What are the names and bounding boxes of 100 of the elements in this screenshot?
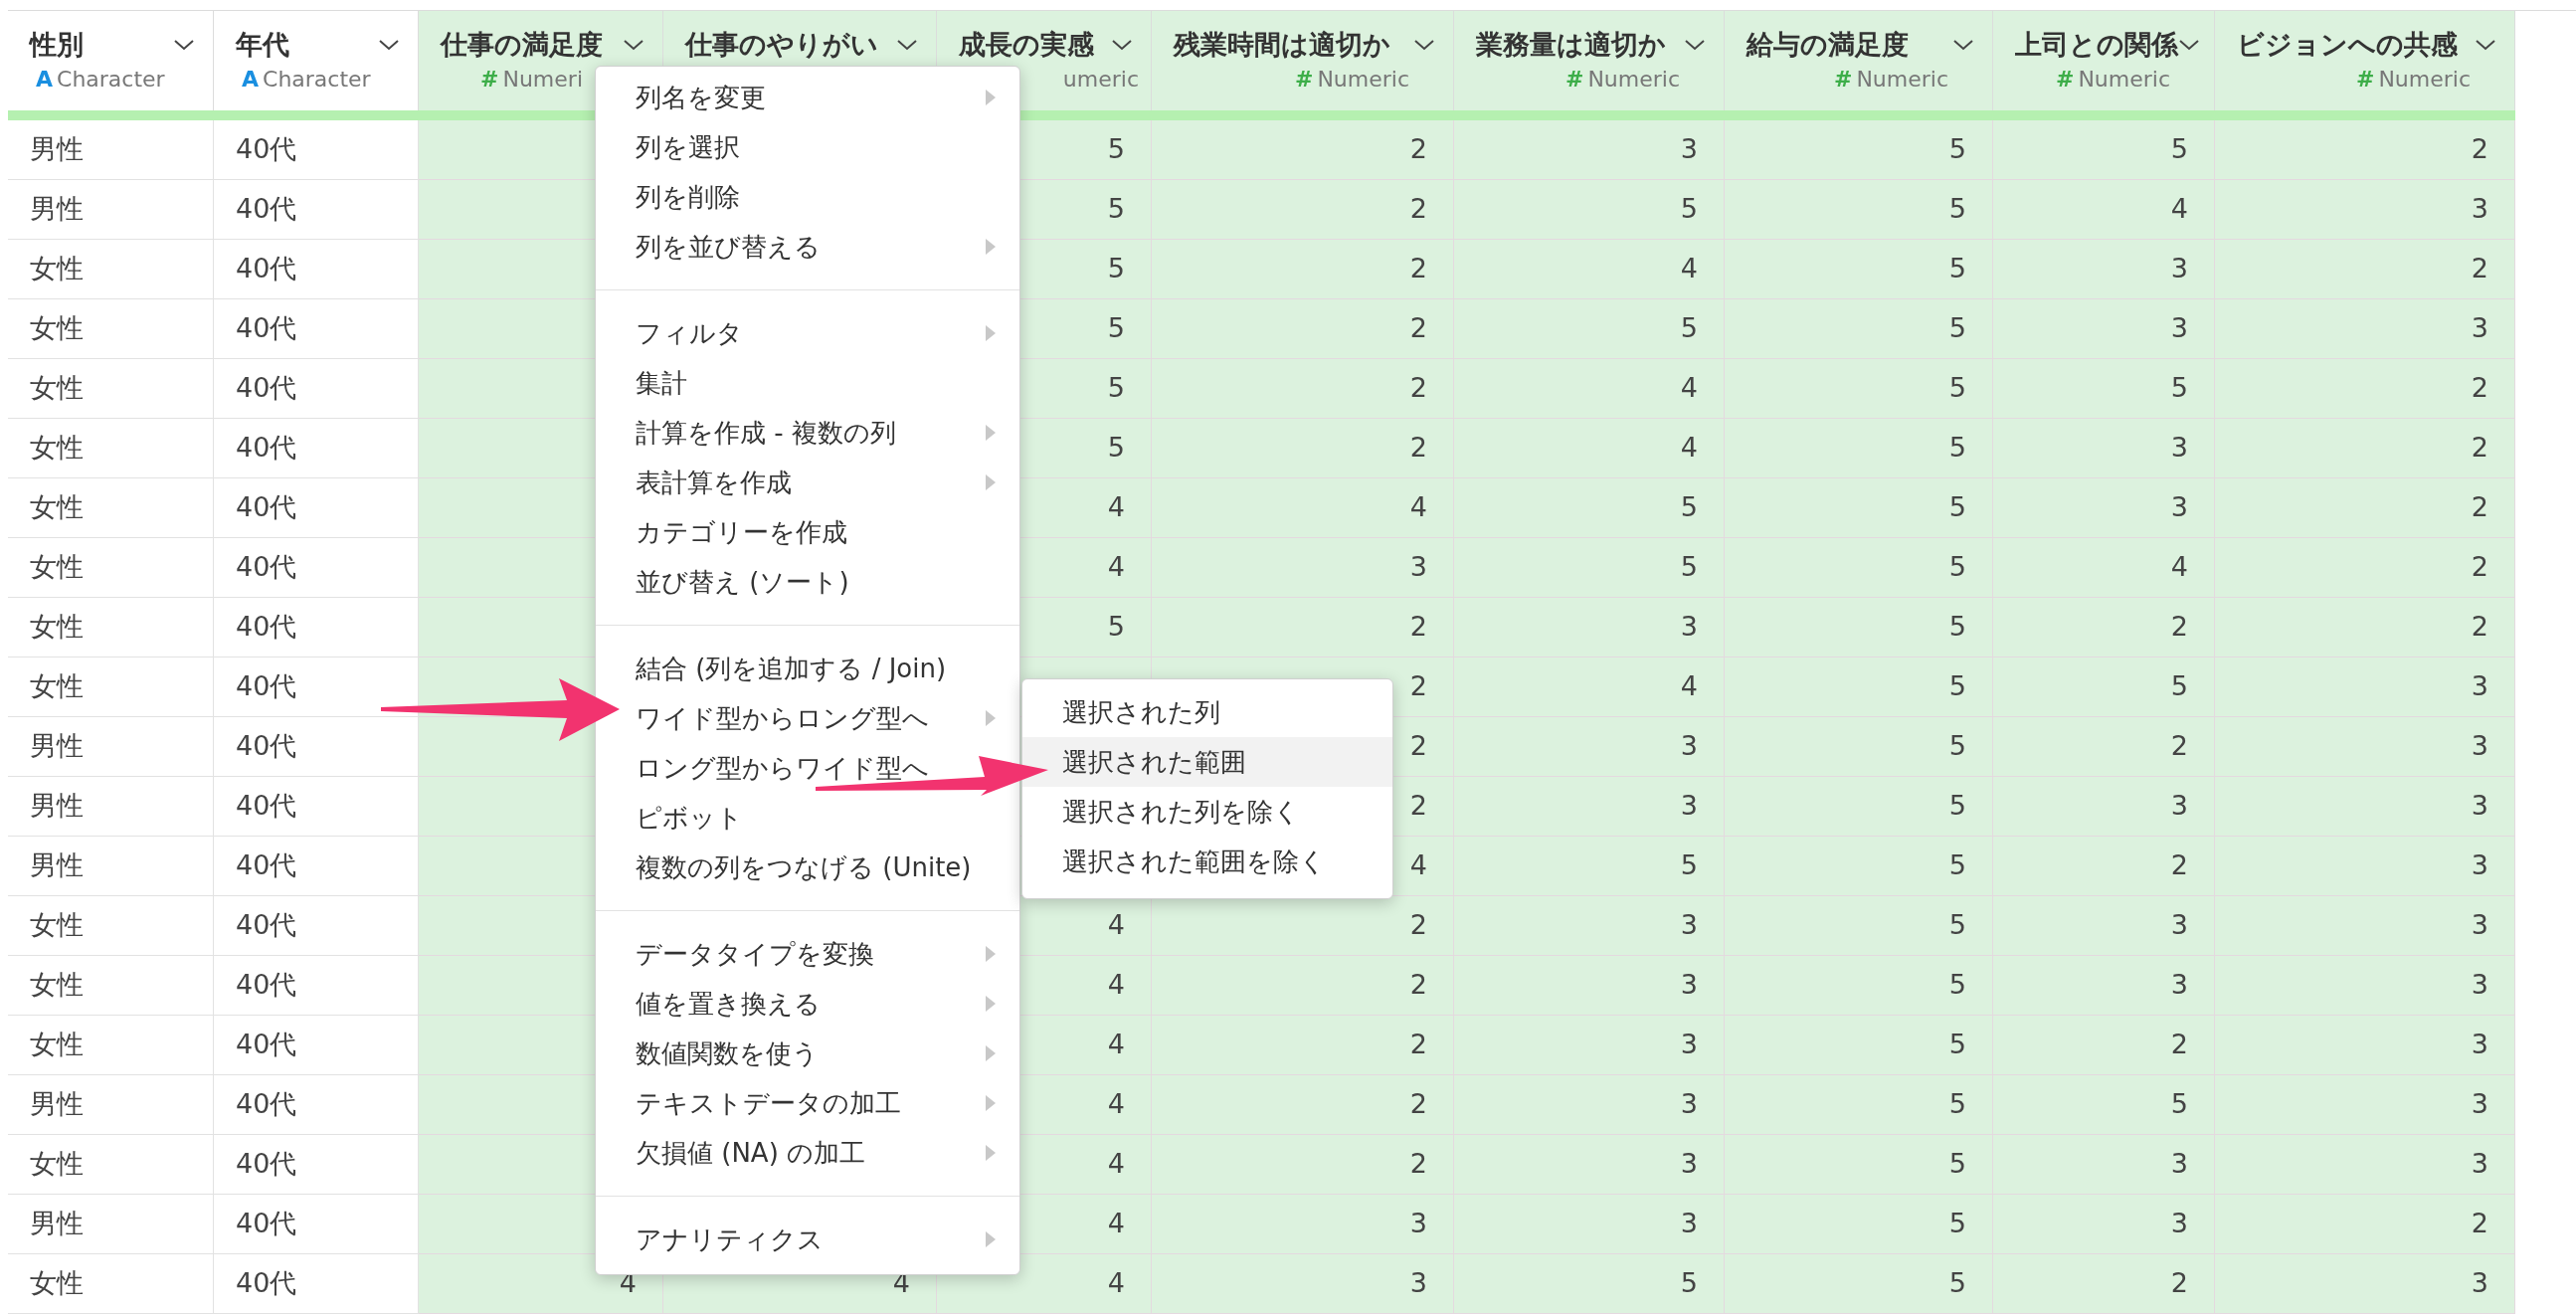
table-cell: 2 <box>1152 180 1454 240</box>
chevron-down-icon[interactable] <box>1413 38 1435 52</box>
table-cell: 40代 <box>214 180 419 240</box>
table-cell: 5 <box>1725 1135 1993 1195</box>
column-header[interactable]: 給与の満足度 # Numeric <box>1725 11 1993 110</box>
menu-item[interactable]: 選択された範囲を除く <box>1022 837 1392 886</box>
table-cell: 5 <box>1454 299 1725 359</box>
table-cell: 3 <box>2215 956 2515 1016</box>
column-type: Numeric <box>1317 67 1409 93</box>
table-cell: 40代 <box>214 120 419 180</box>
table-cell: 5 <box>1725 240 1993 299</box>
column-type: Character <box>57 67 165 93</box>
table-cell: 3 <box>1454 777 1725 837</box>
table-cell: 40代 <box>214 598 419 658</box>
menu-item[interactable]: 選択された列 <box>1022 687 1392 737</box>
table-cell: 2 <box>1993 1016 2215 1075</box>
table-cell: 男性 <box>8 1075 214 1135</box>
column-header[interactable]: ビジョンへの共感 # Numeric <box>2215 11 2515 110</box>
table-cell: 40代 <box>214 837 419 896</box>
table-cell: 4 <box>1152 478 1454 538</box>
table-cell: 40代 <box>214 1195 419 1254</box>
column-title: 性別 <box>30 28 84 62</box>
table-cell: 40代 <box>214 658 419 717</box>
column-type: Numeric <box>2378 67 2471 93</box>
table-cell: 3 <box>1993 478 2215 538</box>
column-title: 給与の満足度 <box>1747 28 1909 62</box>
table-cell: 4 <box>1993 180 2215 240</box>
table-cell: 5 <box>1993 359 2215 419</box>
table-cell: 5 <box>1454 538 1725 598</box>
chevron-down-icon[interactable] <box>378 38 400 52</box>
chevron-down-icon[interactable] <box>173 38 195 52</box>
chevron-down-icon[interactable] <box>1684 38 1706 52</box>
table-cell: 3 <box>2215 837 2515 896</box>
table-cell: 3 <box>1454 956 1725 1016</box>
chevron-down-icon[interactable] <box>623 38 644 52</box>
table-cell: 3 <box>1454 896 1725 956</box>
table-cell: 3 <box>2215 1075 2515 1135</box>
table-cell: 2 <box>1152 359 1454 419</box>
table-cell: 5 <box>1725 299 1993 359</box>
table-cell: 2 <box>1152 240 1454 299</box>
table-cell: 3 <box>2215 1016 2515 1075</box>
table-cell: 5 <box>1725 419 1993 478</box>
table-cell: 男性 <box>8 180 214 240</box>
column-type: Numeric <box>2078 67 2170 93</box>
column-type: umeric <box>1062 67 1139 93</box>
table-cell: 女性 <box>8 658 214 717</box>
chevron-down-icon[interactable] <box>2475 38 2496 52</box>
table-cell: 5 <box>1725 180 1993 240</box>
table-cell: 2 <box>1152 419 1454 478</box>
table-cell: 女性 <box>8 896 214 956</box>
submenu-triangle-icon <box>986 90 996 105</box>
numeric-type-icon: # <box>2355 67 2375 93</box>
table-cell: 2 <box>2215 240 2515 299</box>
chevron-down-icon[interactable] <box>896 38 918 52</box>
column-type: Numeric <box>1856 67 1948 93</box>
table-cell: 4 <box>1993 538 2215 598</box>
table-cell: 女性 <box>8 1016 214 1075</box>
table-cell: 女性 <box>8 299 214 359</box>
chevron-down-icon[interactable] <box>1111 38 1133 52</box>
submenu-triangle-icon <box>986 425 996 441</box>
table-cell: 5 <box>1725 359 1993 419</box>
menu-item[interactable]: ピボット <box>596 793 1019 843</box>
table-cell: 5 <box>1725 896 1993 956</box>
column-type: Character <box>263 67 371 93</box>
table-cell: 3 <box>1454 1075 1725 1135</box>
table-cell: 2 <box>1152 896 1454 956</box>
table-cell: 3 <box>2215 180 2515 240</box>
submenu-triangle-icon <box>986 325 996 341</box>
column-title: 業務量は適切か <box>1476 28 1666 62</box>
menu-item[interactable]: ロング型からワイド型へ <box>596 743 1019 793</box>
table-cell: 女性 <box>8 240 214 299</box>
column-header[interactable]: 上司との関係 # Numeric <box>1993 11 2215 110</box>
column-header[interactable]: 業務量は適切か # Numeric <box>1454 11 1725 110</box>
table-cell: 5 <box>1725 538 1993 598</box>
table-cell: 2 <box>1993 1254 2215 1314</box>
column-title: 成長の実感 <box>959 28 1094 62</box>
table-cell: 3 <box>2215 299 2515 359</box>
column-header[interactable]: 残業時間は適切か # Numeric <box>1152 11 1454 110</box>
table-cell: 40代 <box>214 359 419 419</box>
table-cell: 3 <box>1993 1195 2215 1254</box>
table-cell: 5 <box>1993 658 2215 717</box>
table-cell: 3 <box>1454 598 1725 658</box>
table-cell: 女性 <box>8 419 214 478</box>
table-cell: 2 <box>1152 120 1454 180</box>
chevron-down-icon[interactable] <box>1952 38 1974 52</box>
submenu-triangle-icon <box>986 239 996 255</box>
column-type: Numeric <box>1587 67 1680 93</box>
menu-item[interactable]: 選択された範囲 <box>1022 737 1392 787</box>
chevron-down-icon[interactable] <box>2178 38 2200 52</box>
menu-item[interactable]: 複数の列をつなげる (Unite) <box>596 843 1019 892</box>
menu-item[interactable]: ワイド型からロング型へ <box>596 693 1019 743</box>
menu-item[interactable]: 選択された列を除く <box>1022 787 1392 837</box>
column-type: Numeri <box>502 67 583 93</box>
column-title: 仕事の満足度 <box>441 28 603 62</box>
table-cell: 3 <box>1454 120 1725 180</box>
table-cell: 2 <box>1152 1016 1454 1075</box>
table-cell: 40代 <box>214 1254 419 1314</box>
table-cell: 5 <box>1725 777 1993 837</box>
table-cell: 3 <box>1454 1016 1725 1075</box>
table-cell: 4 <box>1454 240 1725 299</box>
